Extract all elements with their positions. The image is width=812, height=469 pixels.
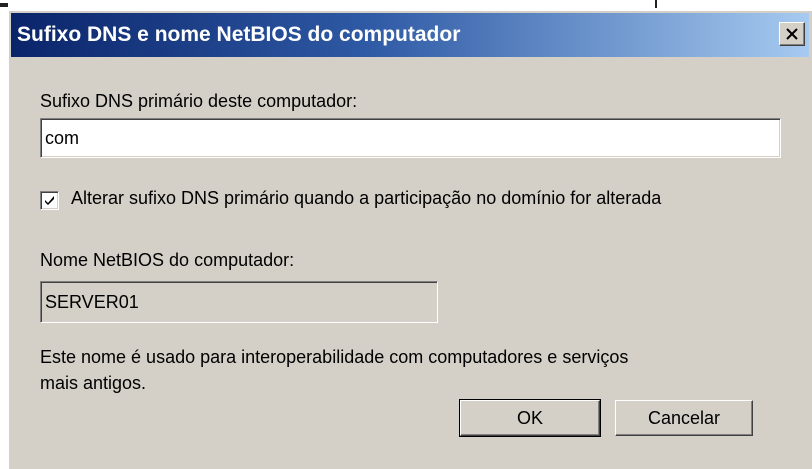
close-button[interactable] <box>779 22 805 46</box>
ok-button[interactable]: OK <box>459 399 601 437</box>
background-window-edge <box>0 0 812 8</box>
netbios-label: Nome NetBIOS do computador: <box>40 250 295 270</box>
change-suffix-checkbox[interactable] <box>40 191 59 210</box>
dns-suffix-label: Sufixo DNS primário deste computador: <box>40 91 358 111</box>
dialog-title: Sufixo DNS e nome NetBIOS do computador <box>17 23 461 46</box>
checkmark-icon <box>45 196 54 205</box>
info-text-line1: Este nome é usado para interoperabilidad… <box>40 347 629 367</box>
netbios-name-field <box>40 281 438 323</box>
dns-suffix-input[interactable] <box>40 118 781 158</box>
background-tick-mark <box>655 0 657 8</box>
title-bar[interactable]: Sufixo DNS e nome NetBIOS do computador <box>11 13 809 57</box>
dns-netbios-dialog: Sufixo DNS e nome NetBIOS do computador … <box>8 10 812 469</box>
info-text-line2: mais antigos. <box>40 373 147 393</box>
background-edge-mark <box>0 3 8 7</box>
change-suffix-label[interactable]: Alterar sufixo DNS primário quando a par… <box>71 188 661 209</box>
cancel-button[interactable]: Cancelar <box>615 400 753 436</box>
close-icon <box>786 28 798 40</box>
